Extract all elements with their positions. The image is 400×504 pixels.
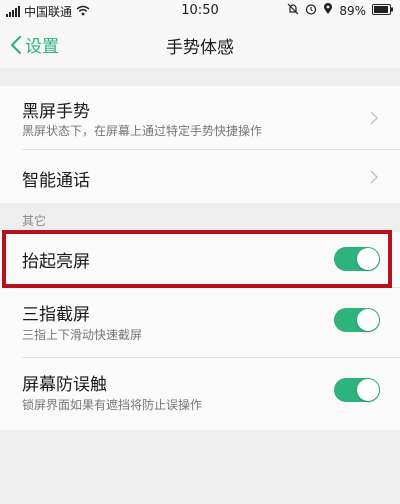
setting-item-screen-off-gestures[interactable]: 黑屏手势 黑屏状态下，在屏幕上通过特定手势快捷操作 — [0, 86, 400, 150]
location-icon — [323, 3, 333, 18]
setting-item-three-finger-screenshot[interactable]: 三指截屏 三指上下滑动快速截屏 — [0, 288, 400, 358]
battery-icon — [372, 3, 394, 18]
setting-title: 屏幕防误触 — [22, 375, 107, 395]
setting-title: 黑屏手势 — [22, 102, 90, 122]
setting-subtitle: 锁屏界面如果有遮挡将防止误操作 — [22, 398, 203, 412]
setting-title: 三指截屏 — [22, 305, 90, 325]
anti-mistouch-toggle[interactable] — [334, 378, 380, 402]
section-label-other: 其它 — [22, 214, 47, 228]
battery-percent: 89% — [339, 3, 366, 18]
status-bar: 中国联通 10:50 89% — [0, 0, 400, 22]
setting-item-anti-mistouch[interactable]: 屏幕防误触 锁屏界面如果有遮挡将防止误操作 — [0, 358, 400, 430]
navigation-bar: 设置 手势体感 — [0, 22, 400, 68]
setting-subtitle: 黑屏状态下，在屏幕上通过特定手势快捷操作 — [22, 124, 263, 138]
alarm-icon — [305, 3, 317, 18]
three-finger-screenshot-toggle[interactable] — [334, 308, 380, 332]
chevron-right-icon — [370, 170, 378, 184]
setting-title: 智能通话 — [22, 171, 90, 191]
toggle-knob — [357, 309, 379, 331]
setting-subtitle: 三指上下滑动快速截屏 — [22, 328, 143, 342]
page-title: 手势体感 — [166, 38, 234, 58]
setting-item-smart-call[interactable]: 智能通话 — [0, 150, 400, 203]
toggle-knob — [357, 379, 379, 401]
highlight-box — [2, 230, 392, 288]
chevron-right-icon — [370, 111, 378, 125]
mute-bell-icon — [287, 3, 299, 18]
status-right: 89% — [287, 3, 394, 18]
